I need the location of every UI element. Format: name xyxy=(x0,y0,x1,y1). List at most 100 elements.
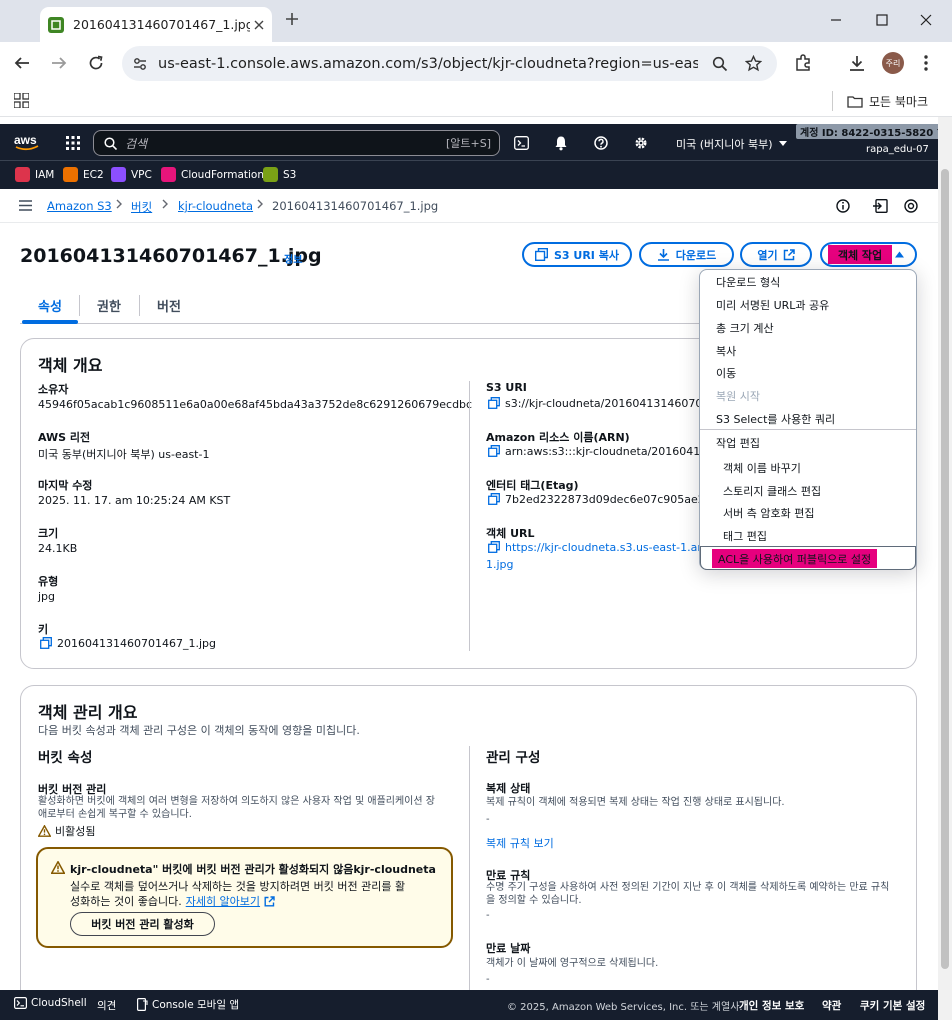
region-field-label: AWS 리전 xyxy=(38,431,91,444)
minimize-button[interactable] xyxy=(814,6,858,34)
kebab-menu-icon[interactable] xyxy=(924,54,928,72)
fav-cloudformation[interactable]: CloudFormation xyxy=(161,167,264,182)
tab-close-icon[interactable] xyxy=(254,20,264,30)
s3-favicon-icon xyxy=(48,16,64,33)
menu-item-edit-tags[interactable]: 태그 편집 xyxy=(723,528,767,544)
download-icon[interactable] xyxy=(848,54,866,72)
expiration-date-desc: 객체가 이 날짜에 영구적으로 삭제됩니다. xyxy=(486,958,659,969)
privacy-link[interactable]: 개인 정보 보호 xyxy=(739,998,804,1013)
menu-item-presigned-url[interactable]: 미리 서명된 URL과 공유 xyxy=(716,297,829,313)
open-button[interactable]: 열기 xyxy=(740,242,812,267)
fav-vpc[interactable]: VPC xyxy=(111,167,152,182)
zoom-search-icon[interactable] xyxy=(712,56,728,72)
breadcrumb-amazon-s3[interactable]: Amazon S3 xyxy=(47,199,112,213)
site-info-icon[interactable] xyxy=(132,56,148,72)
bookmark-star-icon[interactable] xyxy=(745,55,762,72)
info-circle-icon[interactable] xyxy=(836,199,850,213)
search-shortcut: [알트+S] xyxy=(445,137,491,150)
copy-uri-icon[interactable] xyxy=(488,397,500,409)
menu-divider xyxy=(700,429,916,430)
aws-search-input[interactable]: 검색 [알트+S] xyxy=(93,130,500,156)
mobile-app-icon xyxy=(137,998,148,1011)
menu-item-make-public-acl[interactable]: ACL을 사용하여 퍼블릭으로 설정 xyxy=(700,546,916,570)
new-tab-icon[interactable] xyxy=(285,12,299,26)
fav-label: CloudFormation xyxy=(181,168,264,181)
cloudshell-icon[interactable] xyxy=(514,136,529,150)
menu-item-edit-encryption[interactable]: 서버 측 암호화 편집 xyxy=(723,505,814,521)
menu-item-rename[interactable]: 객체 이름 바꾸기 xyxy=(723,460,801,476)
extensions-icon[interactable] xyxy=(794,54,812,72)
view-replication-rules-link[interactable]: 복제 규칙 보기 xyxy=(486,835,554,851)
copy-arn-icon[interactable] xyxy=(488,445,500,457)
menu-item-copy[interactable]: 복사 xyxy=(716,343,736,359)
forward-icon[interactable] xyxy=(51,55,67,71)
copy-key-icon[interactable] xyxy=(40,637,52,649)
enable-versioning-button[interactable]: 버킷 버전 관리 활성화 xyxy=(70,912,215,936)
menu-item-move[interactable]: 이동 xyxy=(716,365,736,381)
copy-s3-uri-button[interactable]: S3 URI 복사 xyxy=(522,242,632,267)
tab-properties[interactable]: 속성 xyxy=(38,296,62,315)
expiration-date-value: - xyxy=(486,974,490,985)
tab-permissions[interactable]: 권한 xyxy=(97,296,121,315)
apps-grid-icon[interactable] xyxy=(14,93,29,108)
region-selector[interactable]: 미국 (버지니아 북부) xyxy=(676,136,787,152)
caret-up-icon xyxy=(895,251,904,258)
menu-item-download-as[interactable]: 다운로드 형식 xyxy=(716,274,780,290)
replication-desc: 복제 규칙이 객체에 적용되면 복제 상태는 작업 진행 상태로 표시됩니다. xyxy=(486,797,785,808)
browser-tab-title: 201604131460701467_1.jpg - S xyxy=(73,17,250,32)
services-grid-icon[interactable] xyxy=(66,136,80,150)
tab-versions[interactable]: 버전 xyxy=(157,296,181,315)
scrollbar-thumb[interactable] xyxy=(941,169,949,969)
maximize-button[interactable] xyxy=(860,6,904,34)
back-icon[interactable] xyxy=(14,55,30,71)
fav-iam[interactable]: IAM xyxy=(15,167,54,182)
copy-etag-icon[interactable] xyxy=(488,493,500,505)
terms-link[interactable]: 약관 xyxy=(822,998,841,1013)
fav-label: EC2 xyxy=(83,168,104,181)
address-bar[interactable]: us-east-1.console.aws.amazon.com/s3/obje… xyxy=(122,46,777,81)
hamburger-menu-icon[interactable] xyxy=(19,200,32,211)
account-menu[interactable]: 계정 ID: 8422-0315-5820 rapa_edu-07 xyxy=(794,123,949,159)
profile-initials: 주리 xyxy=(885,58,901,68)
menu-item-calculate-size[interactable]: 총 크기 계산 xyxy=(716,320,774,336)
settings-gear-icon[interactable] xyxy=(634,136,648,150)
page-scrollbar[interactable] xyxy=(938,117,952,1020)
external-link-icon xyxy=(783,248,795,261)
expiration-date-label: 만료 날짜 xyxy=(486,942,531,955)
object-actions-button[interactable]: 객체 작업 xyxy=(820,242,917,267)
close-window-button[interactable] xyxy=(904,6,948,34)
help-icon[interactable] xyxy=(594,136,608,150)
object-url-link[interactable]: https://kjr-cloudneta.s3.us-east-1.ama xyxy=(505,541,715,554)
console-footer: CloudShell 의견 Console 모바일 앱 © 2025, Amaz… xyxy=(0,990,938,1020)
menu-item-s3-select[interactable]: S3 Select를 사용한 쿼리 xyxy=(716,411,835,427)
cookie-preferences-link[interactable]: 쿠키 기본 설정 xyxy=(860,998,925,1013)
menu-item-edit-storage-class[interactable]: 스토리지 클래스 편집 xyxy=(723,483,821,499)
aws-logo-icon[interactable]: aws xyxy=(14,133,40,151)
all-bookmarks[interactable]: 모든 북마크 xyxy=(832,91,928,111)
accessibility-icon[interactable] xyxy=(904,199,918,213)
copyright-text: © 2025, Amazon Web Services, Inc. 또는 계열사… xyxy=(507,1002,743,1013)
fav-s3[interactable]: S3 xyxy=(263,167,296,182)
replication-status-label: 복제 상태 xyxy=(486,782,531,795)
feedback-link[interactable]: 의견 xyxy=(97,998,116,1013)
learn-more-link[interactable]: 자세히 알아보기 xyxy=(186,893,260,909)
feedback-panel-icon[interactable] xyxy=(873,199,888,213)
info-link[interactable]: 정보 xyxy=(284,251,302,266)
cloudshell-link[interactable]: CloudShell xyxy=(14,997,87,1009)
bell-icon[interactable] xyxy=(554,135,568,151)
fav-label: VPC xyxy=(131,168,152,181)
mobile-app-link[interactable]: Console 모바일 앱 xyxy=(137,997,239,1012)
copy-url-icon[interactable] xyxy=(488,541,500,553)
download-button[interactable]: 다운로드 xyxy=(639,242,734,267)
last-modified-label: 마지막 수정 xyxy=(38,479,93,492)
breadcrumb-buckets[interactable]: 버킷 xyxy=(131,199,152,215)
breadcrumb-bucket-name[interactable]: kjr-cloudneta xyxy=(178,199,253,213)
reload-icon[interactable] xyxy=(88,55,104,71)
fav-ec2[interactable]: EC2 xyxy=(63,167,104,182)
versioning-status-text: 비활성됨 xyxy=(55,825,96,838)
browser-tab[interactable]: 201604131460701467_1.jpg - S xyxy=(40,7,272,42)
profile-avatar[interactable]: 주리 xyxy=(882,52,904,74)
warning-triangle-icon xyxy=(38,825,51,837)
column-divider xyxy=(469,381,470,651)
object-url-link-cont[interactable]: 1.jpg xyxy=(486,558,514,571)
